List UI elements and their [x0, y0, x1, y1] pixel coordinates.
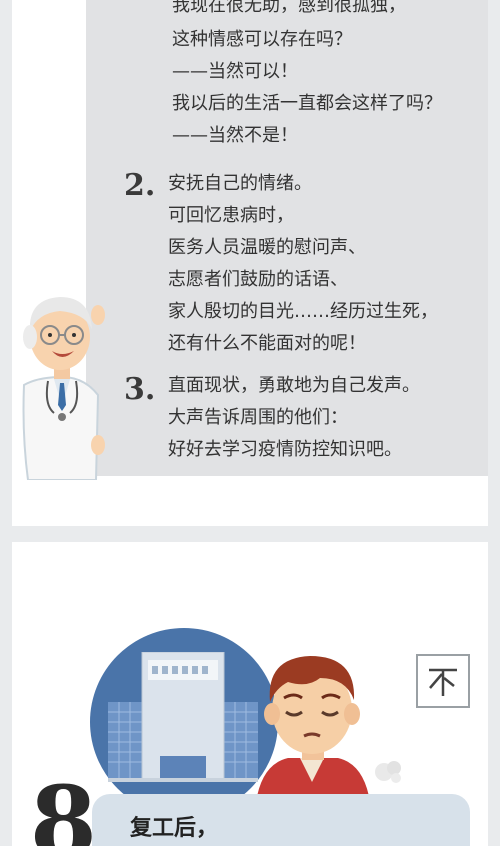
article-card-bottom: 8 复工后， [12, 542, 488, 846]
item2-line-1: 安抚自己的情绪。 [168, 173, 312, 194]
doctor-illustration [22, 297, 105, 480]
item2-line-3: 医务人员温暖的慰问声、 [168, 237, 366, 258]
item-2-digit: 2 [124, 168, 145, 203]
item3-line-2: 大声告诉周围的他们： [168, 407, 348, 428]
sigh-puff-icon [375, 761, 401, 783]
not-allowed-button[interactable] [416, 654, 470, 708]
not-allowed-icon [429, 668, 457, 696]
item2-line-2: 可回忆患病时， [168, 205, 294, 226]
intro-line-4: 我以后的生活一直都会这样了吗？ [172, 93, 442, 114]
item-number-2: 2. [124, 168, 155, 203]
item2-line-6: 还有什么不能面对的呢！ [168, 333, 366, 354]
item3-line-1: 直面现状，勇敢地为自己发声。 [168, 375, 420, 396]
item2-line-5: 家人殷切的目光……经历过生死， [168, 301, 438, 322]
article-card-top: 我现在很无助，感到很孤独， 这种情感可以存在吗？ ——当然可以！ 我以后的生活一… [12, 0, 488, 526]
section-number: 8 [30, 765, 97, 846]
building-illustration [108, 652, 258, 782]
item-number-3: 3. [124, 372, 155, 407]
item-3-dot: . [144, 372, 156, 407]
bubble-text: 复工后， [130, 816, 219, 841]
item-2-dot: . [144, 168, 156, 203]
sad-man-illustration [256, 656, 370, 802]
intro-line-5: ——当然不是！ [172, 125, 298, 146]
intro-line-1: 我现在很无助，感到很孤独， [172, 0, 406, 16]
item2-line-4: 志愿者们鼓励的话语、 [168, 269, 348, 290]
item3-line-3: 好好去学习疫情防控知识吧。 [168, 439, 402, 460]
intro-line-3: ——当然可以！ [172, 61, 298, 82]
intro-line-2: 这种情感可以存在吗？ [172, 29, 352, 50]
item-3-digit: 3 [124, 372, 145, 407]
